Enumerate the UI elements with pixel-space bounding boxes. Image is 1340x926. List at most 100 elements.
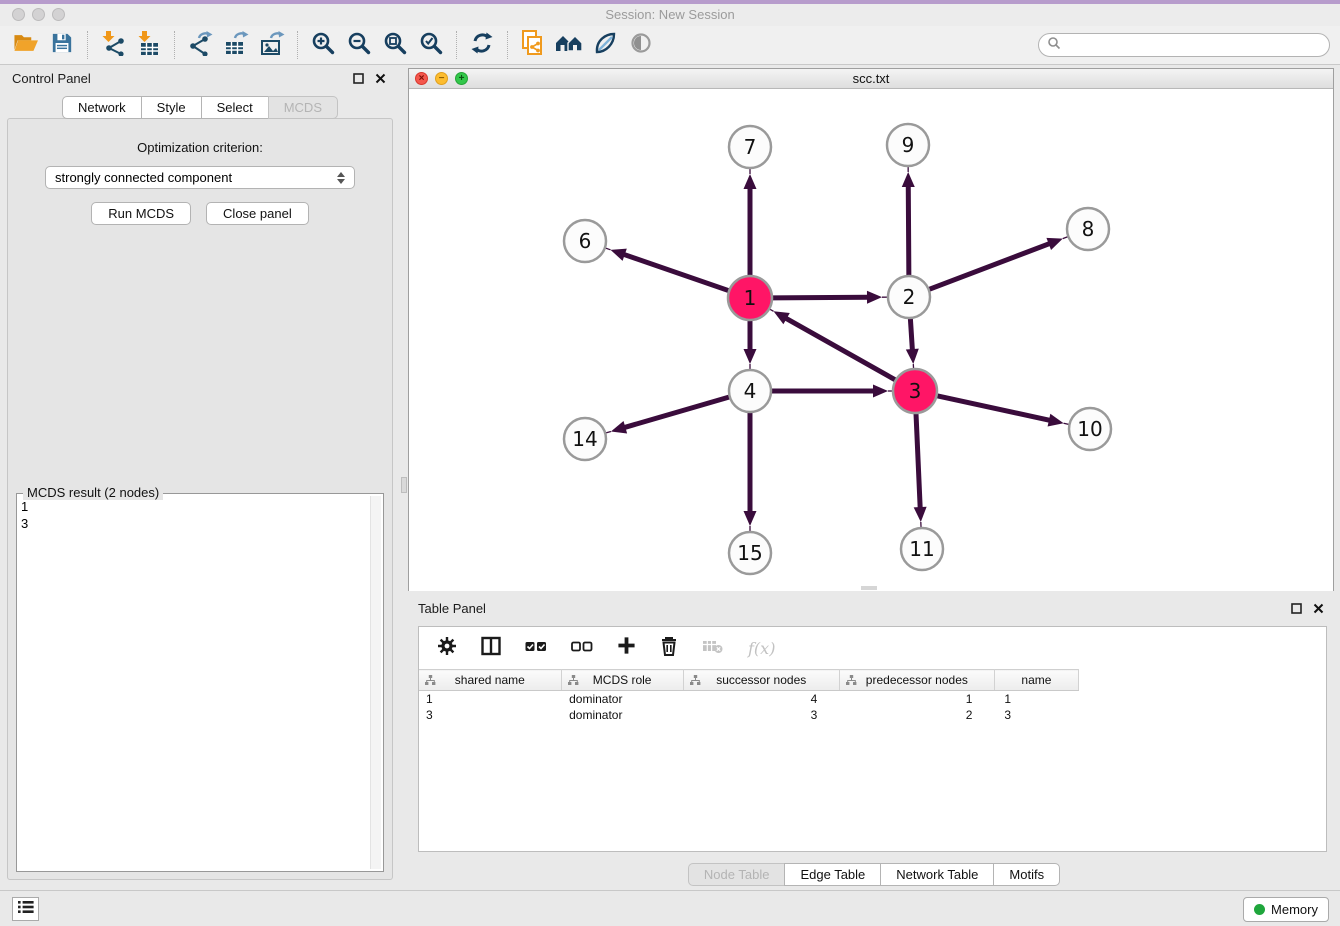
status-bar: Memory — [0, 890, 1340, 926]
export-network-button[interactable] — [182, 29, 218, 61]
search-input[interactable] — [1061, 36, 1329, 54]
apply-layout-button[interactable] — [464, 29, 500, 61]
zoom-out-button[interactable] — [341, 29, 377, 61]
result-item[interactable]: 3 — [21, 515, 367, 532]
table-row[interactable]: 3dominator323 — [419, 707, 1079, 723]
table-float-icon[interactable] — [1288, 600, 1304, 616]
control-panel-title: Control Panel — [12, 71, 91, 86]
tab-edge-table[interactable]: Edge Table — [784, 863, 881, 886]
select-all-button[interactable] — [525, 638, 547, 659]
optimization-criterion-label: Optimization criterion: — [8, 140, 392, 155]
close-panel-icon[interactable] — [372, 70, 388, 86]
tab-node-table[interactable]: Node Table — [688, 863, 786, 886]
select-chevrons-icon — [337, 172, 345, 184]
tab-select[interactable]: Select — [201, 96, 269, 119]
splitter-grip[interactable] — [401, 477, 407, 493]
import-table-button[interactable] — [131, 29, 167, 61]
export-table-button[interactable] — [218, 29, 254, 61]
close-window-button[interactable] — [12, 8, 25, 21]
zoom-selected-button[interactable] — [413, 29, 449, 61]
graph-node-label: 2 — [903, 285, 916, 309]
graphics-details-icon — [629, 31, 653, 60]
deselect-all-button[interactable] — [571, 638, 593, 659]
tree-icon — [690, 675, 701, 689]
criterion-value: strongly connected component — [55, 170, 232, 185]
column-header-mcds-role[interactable]: MCDS role — [561, 670, 683, 691]
save-session-button[interactable] — [44, 29, 80, 61]
zoom-fit-icon — [383, 31, 407, 60]
tree-icon — [846, 675, 857, 689]
node-table-body: 1dominator4113dominator323 — [419, 691, 1079, 723]
import-network-button[interactable] — [95, 29, 131, 61]
export-image-button[interactable] — [254, 29, 290, 61]
mcds-result-list[interactable]: 13 — [21, 498, 367, 868]
criterion-select[interactable]: strongly connected component — [45, 166, 355, 189]
open-folder-icon — [13, 32, 39, 58]
main-titlebar: Session: New Session — [0, 4, 1340, 26]
add-column-button[interactable] — [617, 636, 636, 660]
control-panel-tabs: Network Style Select MCDS — [0, 96, 400, 119]
style-button[interactable] — [587, 29, 623, 61]
network-window-titlebar[interactable]: × − + scc.txt — [409, 69, 1333, 89]
network-maximize-button[interactable]: + — [455, 72, 468, 85]
tree-icon — [425, 675, 436, 689]
zoom-in-icon — [311, 31, 335, 60]
first-neighbors-button[interactable] — [551, 29, 587, 61]
column-header-shared-name[interactable]: shared name — [419, 670, 561, 691]
mcds-panel: Optimization criterion: strongly connect… — [7, 118, 393, 880]
result-scrollbar[interactable] — [370, 496, 381, 869]
network-minimize-button[interactable]: − — [435, 72, 448, 85]
tab-network[interactable]: Network — [62, 96, 142, 119]
open-session-button[interactable] — [8, 29, 44, 61]
list-icon — [18, 900, 34, 919]
memory-status-icon — [1254, 904, 1265, 915]
result-item[interactable]: 1 — [21, 498, 367, 515]
table-row[interactable]: 1dominator411 — [419, 691, 1079, 707]
network-graph[interactable]: 1234678910111415 — [409, 90, 1333, 591]
search-box[interactable] — [1038, 33, 1330, 57]
table-toolbar: f(x) — [419, 627, 1326, 669]
table-column-pane-button[interactable] — [481, 636, 501, 661]
zoom-fit-button[interactable] — [377, 29, 413, 61]
show-log-button[interactable] — [12, 897, 39, 921]
network-view-window: × − + scc.txt 1234678910111415 — [408, 68, 1334, 591]
export-image-icon — [259, 30, 285, 61]
window-title: Session: New Session — [0, 4, 1340, 26]
toolbar-separator — [507, 31, 508, 59]
graph-node-label: 10 — [1077, 417, 1102, 441]
column-header-name[interactable]: name — [994, 670, 1078, 691]
show-graphics-details-button[interactable] — [623, 29, 659, 61]
float-panel-icon[interactable] — [350, 70, 366, 86]
close-panel-button[interactable]: Close panel — [206, 202, 309, 225]
tab-network-table[interactable]: Network Table — [880, 863, 994, 886]
column-header-successor-nodes[interactable]: successor nodes — [683, 670, 839, 691]
new-network-from-selection-button[interactable] — [515, 29, 551, 61]
node-table-header-row[interactable]: shared name MCDS role successor nodes pr… — [419, 670, 1079, 691]
save-icon — [51, 32, 73, 59]
delete-column-button[interactable] — [660, 636, 678, 661]
graph-node-label: 6 — [579, 229, 592, 253]
network-canvas[interactable]: 1234678910111415 — [409, 90, 1333, 591]
pane-divider-handle[interactable] — [861, 586, 877, 590]
tab-motifs[interactable]: Motifs — [993, 863, 1060, 886]
minimize-window-button[interactable] — [32, 8, 45, 21]
main-toolbar — [0, 26, 1340, 65]
table-panel-title: Table Panel — [418, 601, 486, 616]
zoom-out-icon — [347, 31, 371, 60]
network-close-button[interactable]: × — [415, 72, 428, 85]
window-controls[interactable] — [12, 8, 65, 21]
maximize-window-button[interactable] — [52, 8, 65, 21]
table-settings-button[interactable] — [437, 636, 457, 661]
vertical-splitter[interactable] — [400, 65, 408, 890]
tab-style[interactable]: Style — [141, 96, 202, 119]
memory-button[interactable]: Memory — [1243, 897, 1329, 922]
tab-mcds[interactable]: MCDS — [268, 96, 338, 119]
graph-node-label: 14 — [572, 427, 597, 451]
table-close-icon[interactable] — [1310, 600, 1326, 616]
table-tabs: Node Table Edge Table Network Table Moti… — [408, 863, 1340, 886]
run-mcds-button[interactable]: Run MCDS — [91, 202, 191, 225]
graph-node-label: 15 — [737, 541, 762, 565]
zoom-in-button[interactable] — [305, 29, 341, 61]
node-table: shared name MCDS role successor nodes pr… — [419, 669, 1079, 723]
column-header-predecessor-nodes[interactable]: predecessor nodes — [839, 670, 994, 691]
